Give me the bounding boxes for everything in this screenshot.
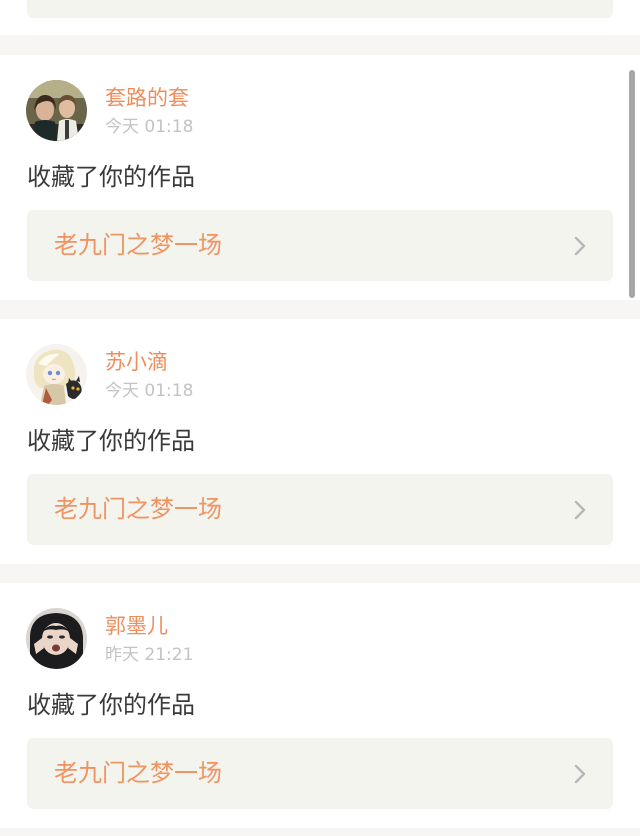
timestamp: 今天 01:18 xyxy=(105,381,194,401)
scrollbar[interactable] xyxy=(629,70,635,298)
avatar-anime-character-icon xyxy=(26,344,87,405)
work-link[interactable]: 老九门之梦一场 xyxy=(27,210,613,281)
notification-card: 郭墨儿 昨天 21:21 收藏了你的作品 老九门之梦一场 xyxy=(0,583,640,828)
timestamp: 昨天 21:21 xyxy=(105,645,194,665)
previous-notification-card xyxy=(0,0,640,35)
user-avatar[interactable] xyxy=(26,608,87,669)
work-title: 老九门之梦一场 xyxy=(54,231,222,259)
work-title: 老九门之梦一场 xyxy=(54,759,222,787)
work-title: 老九门之梦一场 xyxy=(54,495,222,523)
action-text: 收藏了你的作品 xyxy=(27,163,195,191)
chevron-right-icon xyxy=(574,764,586,784)
notification-card: 套路的套 今天 01:18 收藏了你的作品 老九门之梦一场 xyxy=(0,55,640,300)
previous-work-link[interactable] xyxy=(27,0,613,18)
action-text: 收藏了你的作品 xyxy=(27,691,195,719)
chevron-right-icon xyxy=(574,236,586,256)
username[interactable]: 套路的套 xyxy=(105,85,189,111)
action-text: 收藏了你的作品 xyxy=(27,427,195,455)
work-link[interactable]: 老九门之梦一场 xyxy=(27,738,613,809)
avatar-person-face-icon xyxy=(26,608,87,669)
work-link[interactable]: 老九门之梦一场 xyxy=(27,474,613,545)
username[interactable]: 苏小滴 xyxy=(105,349,168,375)
user-avatar[interactable] xyxy=(26,80,87,141)
username[interactable]: 郭墨儿 xyxy=(105,613,168,639)
chevron-right-icon xyxy=(574,500,586,520)
avatar-photo-two-people-icon xyxy=(26,80,87,141)
timestamp: 今天 01:18 xyxy=(105,117,194,137)
user-avatar[interactable] xyxy=(26,344,87,405)
notification-card: 苏小滴 今天 01:18 收藏了你的作品 老九门之梦一场 xyxy=(0,319,640,564)
